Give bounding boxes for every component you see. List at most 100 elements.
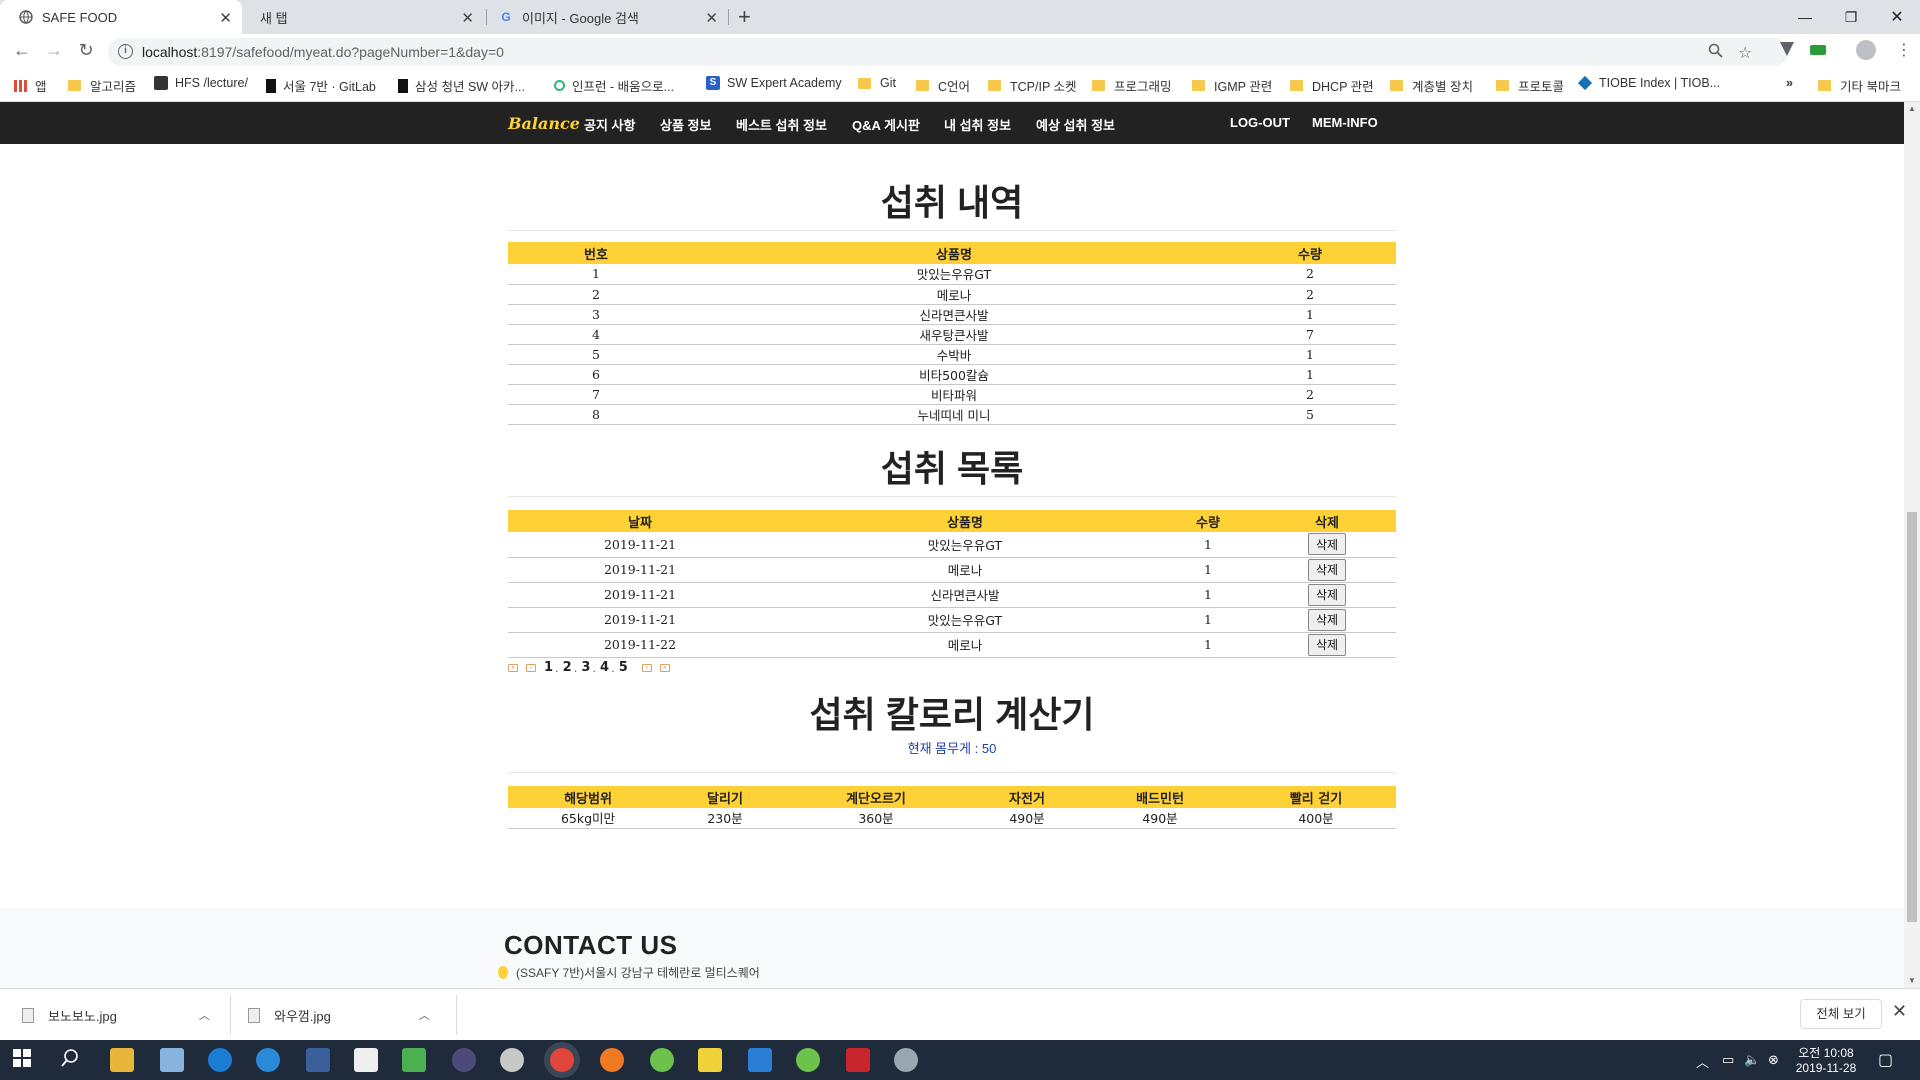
internet-explorer-icon[interactable] <box>256 1048 280 1072</box>
minimize-icon[interactable]: — <box>1782 2 1828 32</box>
nav-notice[interactable]: 공지 사항 <box>584 115 635 134</box>
url-text[interactable]: localhost:8197/safefood/myeat.do?pageNum… <box>142 44 504 60</box>
visual-studio-icon[interactable] <box>306 1048 330 1072</box>
page-link-5[interactable]: 5 <box>619 660 628 675</box>
notepad-plus-icon[interactable] <box>402 1048 426 1072</box>
bookmark-folder-other[interactable]: 기타 북마크 <box>1818 76 1901 95</box>
nav-product-info[interactable]: 상품 정보 <box>660 115 711 134</box>
file-explorer-icon[interactable] <box>110 1048 134 1072</box>
site-info-icon[interactable]: i <box>118 44 133 59</box>
scrollbar-thumb[interactable] <box>1907 512 1917 922</box>
bookmark-star-icon[interactable]: ☆ <box>1738 43 1752 63</box>
delete-button[interactable]: 삭제 <box>1308 533 1346 556</box>
extension-ac-icon[interactable] <box>1810 45 1826 55</box>
eclipse-icon[interactable] <box>452 1048 476 1072</box>
download-item[interactable]: 와우껌.jpg ︿ <box>248 989 430 1041</box>
bookmark-link[interactable]: TIOBE Index | TIOB... <box>1577 75 1720 91</box>
vscode-icon[interactable] <box>748 1048 772 1072</box>
search-icon[interactable] <box>60 1048 84 1072</box>
next-page-icon[interactable]: › <box>641 663 652 672</box>
forward-icon[interactable]: → <box>42 40 66 61</box>
first-page-icon[interactable]: « <box>508 663 518 672</box>
brand-logo[interactable]: Balance <box>508 114 580 133</box>
edge-icon[interactable] <box>208 1048 232 1072</box>
close-downloads-icon[interactable]: ✕ <box>1892 1001 1907 1022</box>
row-number: 4 <box>508 324 684 345</box>
prev-page-icon[interactable]: ‹ <box>526 663 536 672</box>
clock-time[interactable]: 오전 10:08 <box>1788 1044 1864 1061</box>
tab-safe-food[interactable]: SAFE FOOD ✕ <box>0 0 242 34</box>
member-info-link[interactable]: MEM-INFO <box>1312 115 1378 130</box>
bookmark-folder[interactable]: C언어 <box>916 76 970 95</box>
window-close-icon[interactable]: ✕ <box>1874 2 1920 32</box>
chevron-up-icon[interactable]: ︿ <box>199 1007 210 1023</box>
acrobat-icon[interactable] <box>846 1048 870 1072</box>
bookmark-folder[interactable]: 프로그래밍 <box>1092 76 1172 95</box>
new-tab-icon[interactable]: + <box>738 4 751 30</box>
bookmark-folder[interactable]: IGMP 관련 <box>1192 76 1272 95</box>
bookmark-folder[interactable]: 계층별 장치 <box>1390 76 1473 95</box>
app-icon[interactable] <box>500 1048 524 1072</box>
spring-tool-icon[interactable] <box>650 1048 674 1072</box>
status-icon[interactable]: ⊗ <box>1768 1052 1779 1068</box>
profile-avatar[interactable] <box>1856 40 1876 60</box>
bookmark-link[interactable]: 서울 7반 · GitLab <box>266 76 376 95</box>
page-link-3[interactable]: 3 <box>581 660 590 675</box>
download-item[interactable]: 보노보노.jpg ︿ <box>22 989 210 1041</box>
bookmark-folder[interactable]: 알고리즘 <box>68 76 136 95</box>
volume-muted-icon[interactable]: 🔈 <box>1744 1052 1760 1068</box>
bookmark-link[interactable]: S SW Expert Academy <box>706 76 842 90</box>
bookmark-link[interactable]: 삼성 청년 SW 아카... <box>398 76 525 95</box>
close-tab-icon[interactable]: ✕ <box>705 9 718 27</box>
notification-icon[interactable]: ▢ <box>1878 1050 1893 1070</box>
app-icon[interactable] <box>894 1048 918 1072</box>
bookmarks-overflow-icon[interactable]: » <box>1786 76 1793 90</box>
firefox-icon[interactable] <box>600 1048 624 1072</box>
reload-icon[interactable]: ↻ <box>74 40 98 61</box>
product-name: 새우탕큰사발 <box>684 324 1224 345</box>
scroll-up-icon[interactable]: ▲ <box>1908 104 1916 113</box>
tab-google-images[interactable]: G 이미지 - Google 검색 ✕ <box>488 0 728 34</box>
chevron-up-icon[interactable]: ︿ <box>419 1007 430 1023</box>
delete-button[interactable]: 삭제 <box>1308 558 1346 581</box>
bookmark-apps[interactable]: 앱 <box>14 76 47 95</box>
nav-my-intake[interactable]: 내 섭취 정보 <box>944 115 1011 134</box>
scroll-down-icon[interactable]: ▼ <box>1908 976 1916 985</box>
zoom-icon[interactable] <box>1708 43 1723 63</box>
page-scrollbar[interactable]: ▲ ▼ <box>1904 102 1920 988</box>
back-icon[interactable]: ← <box>10 40 34 61</box>
tray-chevron-icon[interactable]: ︿ <box>1696 1052 1709 1071</box>
restore-icon[interactable]: ❐ <box>1828 2 1874 32</box>
page-link-4[interactable]: 4 <box>600 660 609 675</box>
tab-new-tab[interactable]: 새 탭 ✕ <box>242 0 484 34</box>
bookmark-folder[interactable]: TCP/IP 소켓 <box>988 76 1077 95</box>
delete-button[interactable]: 삭제 <box>1308 608 1346 631</box>
close-tab-icon[interactable]: ✕ <box>219 9 232 27</box>
logout-link[interactable]: LOG-OUT <box>1230 115 1290 130</box>
page-link-2[interactable]: 2 <box>563 660 572 675</box>
nav-expected-intake[interactable]: 예상 섭취 정보 <box>1036 115 1115 134</box>
typora-icon[interactable] <box>354 1048 378 1072</box>
address-bar[interactable]: i localhost:8197/safefood/myeat.do?pageN… <box>108 38 1788 66</box>
bookmark-link[interactable]: 인프런 - 배움으로... <box>554 76 674 95</box>
delete-button[interactable]: 삭제 <box>1308 633 1346 656</box>
bookmark-link[interactable]: HFS /lecture/ <box>154 76 248 90</box>
bookmark-folder[interactable]: DHCP 관련 <box>1290 76 1374 95</box>
more-menu-icon[interactable]: ⋮ <box>1896 40 1912 60</box>
delete-button[interactable]: 삭제 <box>1308 583 1346 606</box>
nav-best-intake[interactable]: 베스트 섭취 정보 <box>736 115 827 134</box>
close-tab-icon[interactable]: ✕ <box>461 9 474 27</box>
spring-tool-icon[interactable] <box>796 1048 820 1072</box>
last-page-icon[interactable]: » <box>659 663 670 672</box>
page-link-1[interactable]: 1 <box>544 660 553 675</box>
network-icon[interactable]: ▭ <box>1722 1052 1734 1068</box>
nav-qna[interactable]: Q&A 게시판 <box>852 115 920 134</box>
show-all-downloads-button[interactable]: 전체 보기 <box>1800 999 1882 1029</box>
notes-app-icon[interactable] <box>160 1048 184 1072</box>
bookmark-folder[interactable]: Git <box>858 76 896 90</box>
bookmark-folder[interactable]: 프로토콜 <box>1496 76 1564 95</box>
sticky-notes-icon[interactable] <box>698 1048 722 1072</box>
chrome-icon[interactable] <box>550 1048 574 1072</box>
clock-date[interactable]: 2019-11-28 <box>1788 1061 1864 1075</box>
windows-start-icon[interactable] <box>12 1048 36 1072</box>
